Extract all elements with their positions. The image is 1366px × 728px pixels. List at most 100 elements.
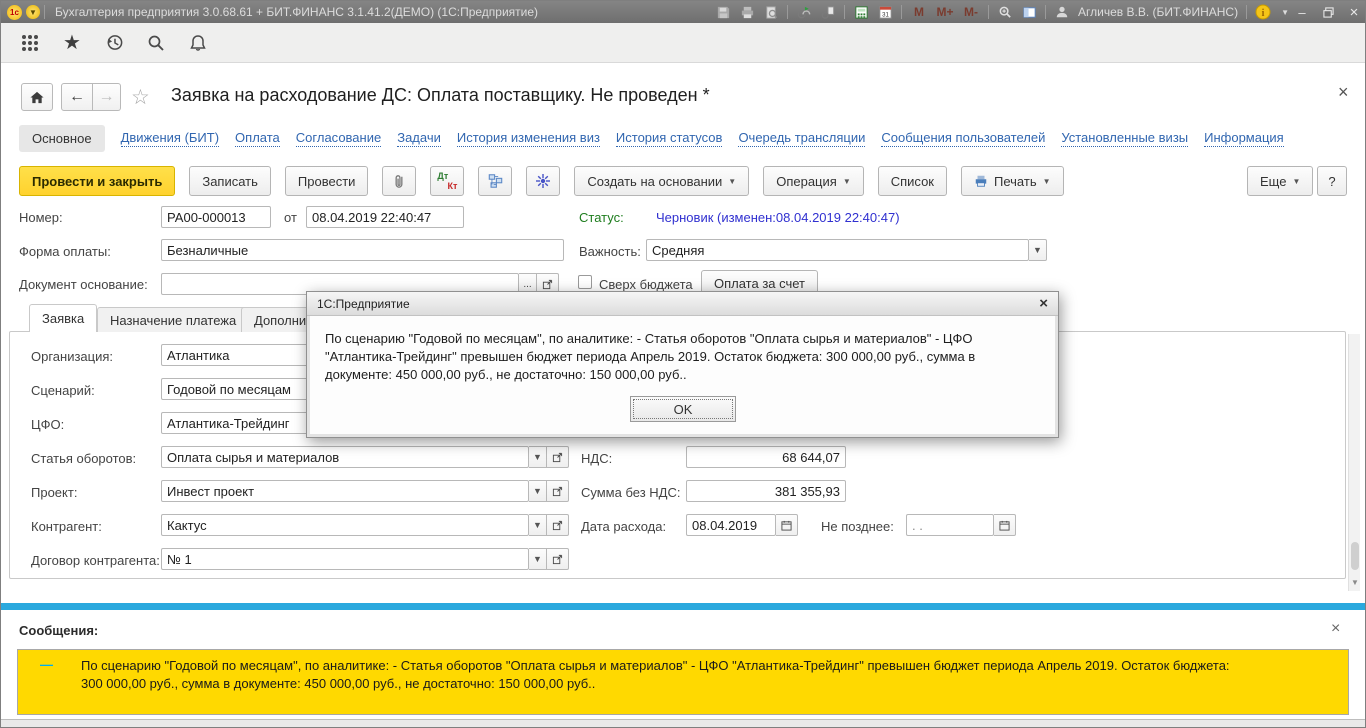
- base-document-label: Документ основание:: [19, 277, 148, 292]
- tab-soglasovanie[interactable]: Согласование: [296, 130, 381, 147]
- print-icon[interactable]: [736, 3, 758, 21]
- project-open-icon[interactable]: [547, 480, 569, 502]
- vat-label: НДС:: [581, 451, 612, 466]
- contract-dropdown-icon[interactable]: ▼: [529, 548, 547, 570]
- minimize-button[interactable]: –: [1289, 3, 1315, 21]
- document-datetime-input[interactable]: 08.04.2019 22:40:47: [306, 206, 464, 228]
- expense-date-calendar-icon[interactable]: [776, 514, 798, 536]
- operation-button[interactable]: Операция▼: [763, 166, 864, 196]
- back-button[interactable]: ←: [61, 83, 93, 111]
- doc-tab-naznachenie-platezha[interactable]: Назначение платежа: [97, 307, 249, 332]
- scrollbar-down-icon[interactable]: ▼: [1349, 578, 1361, 587]
- payment-form-input[interactable]: Безналичные: [161, 239, 564, 261]
- close-window-button[interactable]: ×: [1341, 3, 1366, 21]
- explain-lamp-icon[interactable]: [526, 166, 560, 196]
- contract-input[interactable]: № 1: [161, 548, 529, 570]
- scrollbar-thumb[interactable]: [1351, 542, 1359, 570]
- expense-date-input[interactable]: 08.04.2019: [686, 514, 776, 536]
- help-button[interactable]: ?: [1317, 166, 1347, 196]
- counterparty-dropdown-icon[interactable]: ▼: [529, 514, 547, 536]
- counterparty-input[interactable]: Кактус: [161, 514, 529, 536]
- more-button[interactable]: Еще▼: [1247, 166, 1313, 196]
- warning-dialog: 1С:Предприятие × По сценарию "Годовой по…: [306, 291, 1059, 438]
- dialog-message: По сценарию "Годовой по месяцам", по ана…: [307, 316, 1058, 384]
- dialog-close-icon[interactable]: ×: [1039, 295, 1048, 312]
- favorite-star-icon[interactable]: ☆: [131, 85, 150, 110]
- memory-subtract-button[interactable]: M-: [958, 5, 984, 19]
- importance-dropdown-icon[interactable]: ▼: [1029, 239, 1047, 261]
- project-dropdown-icon[interactable]: ▼: [529, 480, 547, 502]
- dialog-titlebar[interactable]: 1С:Предприятие ×: [307, 292, 1058, 316]
- turnover-dropdown-icon[interactable]: ▼: [529, 446, 547, 468]
- memory-recall-button[interactable]: M: [906, 5, 932, 19]
- counterparty-label: Контрагент:: [31, 519, 102, 534]
- importance-select[interactable]: Средняя: [646, 239, 1029, 261]
- over-budget-checkbox[interactable]: [578, 275, 592, 289]
- tab-zadachi[interactable]: Задачи: [397, 130, 441, 147]
- post-button[interactable]: Провести: [285, 166, 369, 196]
- post-and-close-button[interactable]: Провести и закрыть: [19, 166, 175, 196]
- attachments-paperclip-icon[interactable]: [382, 166, 416, 196]
- tab-ochered-translyacii[interactable]: Очередь трансляции: [738, 130, 865, 147]
- application-window: 1с ▼ Бухгалтерия предприятия 3.0.68.61 +…: [0, 0, 1366, 728]
- bottom-strip: [1, 719, 1366, 728]
- contract-open-icon[interactable]: [547, 548, 569, 570]
- vertical-scrollbar[interactable]: ▼: [1348, 334, 1360, 591]
- save-button[interactable]: Записать: [189, 166, 271, 196]
- system-menu-chevron-icon[interactable]: ▼: [26, 5, 40, 19]
- history-icon[interactable]: [97, 28, 131, 58]
- current-user[interactable]: Агличев В.В. (БИТ.ФИНАНС): [1078, 5, 1238, 19]
- contract-label: Договор контрагента:: [31, 553, 160, 568]
- forward-button[interactable]: →: [93, 83, 121, 111]
- counterparty-open-icon[interactable]: [547, 514, 569, 536]
- message-item[interactable]: — По сценарию "Годовой по месяцам", по а…: [17, 649, 1349, 715]
- save-icon[interactable]: [712, 3, 734, 21]
- number-input[interactable]: РА00-000013: [161, 206, 271, 228]
- main-menu-icon[interactable]: [13, 28, 47, 58]
- importance-label: Важность:: [579, 244, 641, 259]
- tab-istoriya-statusov[interactable]: История статусов: [616, 130, 723, 147]
- amount-without-vat-input[interactable]: 381 355,93: [686, 480, 846, 502]
- app-logo-icon[interactable]: 1с: [7, 5, 22, 20]
- messages-close-icon[interactable]: ×: [1331, 622, 1340, 636]
- zoom-icon[interactable]: [994, 3, 1016, 21]
- list-button[interactable]: Список: [878, 166, 947, 196]
- turnover-item-input[interactable]: Оплата сырья и материалов: [161, 446, 529, 468]
- info-icon[interactable]: i: [1252, 3, 1274, 21]
- create-based-on-button[interactable]: Создать на основании▼: [574, 166, 749, 196]
- add-link-icon[interactable]: [793, 3, 815, 21]
- tab-informaciya[interactable]: Информация: [1204, 130, 1284, 147]
- dt-kt-postings-button[interactable]: Дт Кт: [430, 166, 464, 196]
- search-icon[interactable]: [139, 28, 173, 58]
- not-later-input[interactable]: . .: [906, 514, 994, 536]
- doc-tab-zayavka[interactable]: Заявка: [29, 304, 97, 332]
- tab-dvizheniya-bit[interactable]: Движения (БИТ): [121, 130, 219, 147]
- vat-input[interactable]: 68 644,07: [686, 446, 846, 468]
- calculator-icon[interactable]: [850, 3, 872, 21]
- tab-soobshcheniya-polzovatelei[interactable]: Сообщения пользователей: [881, 130, 1045, 147]
- print-button[interactable]: Печать▼: [961, 166, 1064, 196]
- split-window-icon[interactable]: [1018, 3, 1040, 21]
- dialog-ok-button[interactable]: OK: [630, 396, 736, 422]
- links-icon[interactable]: [817, 3, 839, 21]
- turnover-open-icon[interactable]: [547, 446, 569, 468]
- payment-form-label: Форма оплаты:: [19, 244, 111, 259]
- favorites-icon[interactable]: ★: [55, 28, 89, 58]
- home-button[interactable]: [21, 83, 53, 111]
- page-title: Заявка на расходование ДС: Оплата постав…: [171, 85, 710, 106]
- calendar-icon[interactable]: 31: [874, 3, 896, 21]
- info-chevron-icon[interactable]: ▼: [1281, 8, 1289, 17]
- restore-button[interactable]: [1315, 3, 1341, 21]
- notifications-bell-icon[interactable]: [181, 28, 215, 58]
- document-structure-icon[interactable]: [478, 166, 512, 196]
- not-later-calendar-icon[interactable]: [994, 514, 1016, 536]
- memory-add-button[interactable]: M+: [932, 5, 958, 19]
- tab-osnovnoe[interactable]: Основное: [19, 125, 105, 152]
- status-label: Статус:: [579, 210, 624, 225]
- print-preview-icon[interactable]: [760, 3, 782, 21]
- tab-istoriya-izmeneniya-viz[interactable]: История изменения виз: [457, 130, 600, 147]
- project-input[interactable]: Инвест проект: [161, 480, 529, 502]
- tab-oplata[interactable]: Оплата: [235, 130, 280, 147]
- close-form-icon[interactable]: ×: [1338, 85, 1349, 99]
- tab-ustanovlennye-vizy[interactable]: Установленные визы: [1061, 130, 1188, 147]
